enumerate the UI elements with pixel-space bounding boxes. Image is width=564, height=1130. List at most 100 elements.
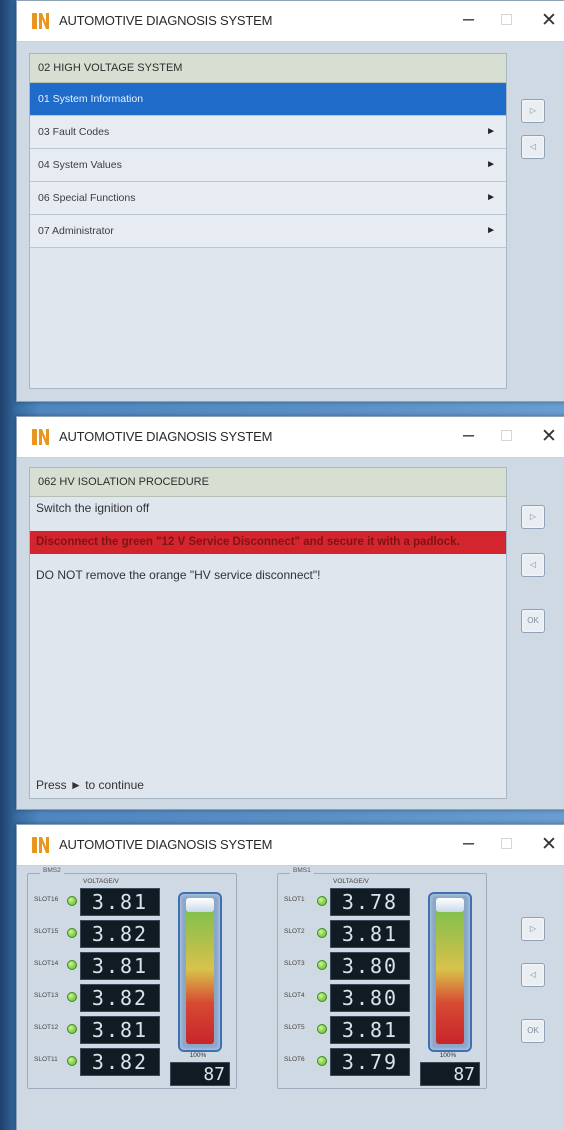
voltage-display: 3.80 [330,952,410,980]
menu-item-fault-codes[interactable]: 03 Fault Codes ► [30,116,506,149]
bms-group-label: BMS1 [290,867,314,874]
next-button[interactable]: ▷ [521,99,545,123]
next-button[interactable]: ▷ [521,917,545,941]
slot-name: SLOT13 [34,992,59,999]
status-led-icon [67,928,77,938]
title-bar: AUTOMOTIVE DIAGNOSIS SYSTEM – ✕ [17,825,564,866]
menu-item-label: 01 System Information [38,93,144,105]
battery-level-fill [186,908,214,1044]
voltage-display: 3.81 [80,888,160,916]
voltage-display: 3.79 [330,1048,410,1076]
status-led-icon [67,960,77,970]
status-led-icon [67,896,77,906]
slot-name: SLOT3 [284,960,305,967]
slot-row: SLOT1 3.78 [278,886,418,916]
ok-button[interactable]: OK [521,1019,545,1043]
voltage-display: 3.81 [330,1016,410,1044]
status-led-icon [317,992,327,1002]
menu-panel: 02 HIGH VOLTAGE SYSTEM 01 System Informa… [29,53,507,389]
window-title: AUTOMOTIVE DIAGNOSIS SYSTEM [59,429,273,444]
slot-row: SLOT11 3.82 [28,1046,168,1076]
menu-item-label: 03 Fault Codes [38,126,110,138]
status-led-icon [317,928,327,938]
continue-prompt: Press ► to continue [36,778,144,792]
minimize-button[interactable]: – [463,424,474,447]
voltage-display: 3.82 [80,1048,160,1076]
battery-level-gauge [178,892,222,1052]
menu-item-label: 04 System Values [38,159,122,171]
gauge-cap [186,898,214,912]
voltage-label: VOLTAGE/V [333,878,369,885]
slot-name: SLOT5 [284,1024,305,1031]
voltage-label: VOLTAGE/V [83,878,119,885]
status-led-icon [67,1056,77,1066]
voltage-display: 3.82 [80,920,160,948]
menu-item-special-functions[interactable]: 06 Special Functions ► [30,182,506,215]
status-led-icon [317,896,327,906]
voltage-display: 3.80 [330,984,410,1012]
percent-label: 100% [189,1052,207,1059]
slot-row: SLOT14 3.81 [28,950,168,980]
title-bar: AUTOMOTIVE DIAGNOSIS SYSTEM – ✕ [17,417,564,458]
voltage-display: 3.81 [80,1016,160,1044]
status-led-icon [67,1024,77,1034]
next-button[interactable]: ▷ [521,505,545,529]
instruction-do-not-remove: DO NOT remove the orange "HV service dis… [36,568,321,582]
slot-row: SLOT15 3.82 [28,918,168,948]
maximize-button[interactable] [501,430,512,441]
status-led-icon [317,1056,327,1066]
menu-item-system-information[interactable]: 01 System Information [30,83,506,116]
voltage-display: 3.78 [330,888,410,916]
menu-item-administrator[interactable]: 07 Administrator ► [30,215,506,248]
app-logo-icon [32,837,49,853]
maximize-button[interactable] [501,838,512,849]
slot-row: SLOT2 3.81 [278,918,418,948]
slot-name: SLOT4 [284,992,305,999]
percent-label: 100% [439,1052,457,1059]
slot-row: SLOT6 3.79 [278,1046,418,1076]
back-button[interactable]: ◁ [521,963,545,987]
voltage-display: 3.82 [80,984,160,1012]
arrow-right-icon: ► [486,192,496,203]
slot-name: SLOT16 [34,896,59,903]
bms-group-bms1: BMS1 VOLTAGE/V SLOT1 3.78 SLOT2 3.81 SLO… [277,867,487,1089]
soc-display: 87 [420,1062,480,1086]
voltage-display: 3.81 [80,952,160,980]
title-bar: AUTOMOTIVE DIAGNOSIS SYSTEM – ✕ [17,1,564,42]
bms-panel: BMS2 VOLTAGE/V SLOT16 3.81 SLOT15 3.82 S… [23,867,503,1127]
bms-group-label: BMS2 [40,867,64,874]
warning-message: Disconnect the green "12 V Service Disco… [30,531,506,554]
close-button[interactable]: ✕ [541,9,557,32]
diagnosis-window-menu: AUTOMOTIVE DIAGNOSIS SYSTEM – ✕ 02 HIGH … [16,0,564,402]
slot-name: SLOT11 [34,1056,58,1063]
menu-item-label: 07 Administrator [38,225,114,237]
diagnosis-window-bms: AUTOMOTIVE DIAGNOSIS SYSTEM – ✕ BMS2 VOL… [16,824,564,1130]
bms-group-bms2: BMS2 VOLTAGE/V SLOT16 3.81 SLOT15 3.82 S… [27,867,237,1089]
battery-level-fill [436,908,464,1044]
app-logo-icon [32,13,49,29]
maximize-button[interactable] [501,14,512,25]
panel-header: 062 HV ISOLATION PROCEDURE [30,468,506,497]
window-title: AUTOMOTIVE DIAGNOSIS SYSTEM [59,13,273,28]
close-button[interactable]: ✕ [541,425,557,448]
status-led-icon [317,960,327,970]
procedure-panel: 062 HV ISOLATION PROCEDURE Switch the ig… [29,467,507,799]
minimize-button[interactable]: – [463,8,474,31]
slot-name: SLOT1 [284,896,305,903]
ok-button[interactable]: OK [521,609,545,633]
slot-row: SLOT5 3.81 [278,1014,418,1044]
slot-name: SLOT12 [34,1024,59,1031]
panel-header: 02 HIGH VOLTAGE SYSTEM [30,54,506,83]
menu-item-label: 06 Special Functions [38,192,136,204]
back-button[interactable]: ◁ [521,553,545,577]
menu-item-system-values[interactable]: 04 System Values ► [30,149,506,182]
close-button[interactable]: ✕ [541,833,557,856]
slot-name: SLOT14 [34,960,59,967]
minimize-button[interactable]: – [463,832,474,855]
app-logo-icon [32,429,49,445]
diagnosis-window-procedure: AUTOMOTIVE DIAGNOSIS SYSTEM – ✕ 062 HV I… [16,416,564,810]
slot-row: SLOT16 3.81 [28,886,168,916]
status-led-icon [317,1024,327,1034]
back-button[interactable]: ◁ [521,135,545,159]
status-led-icon [67,992,77,1002]
